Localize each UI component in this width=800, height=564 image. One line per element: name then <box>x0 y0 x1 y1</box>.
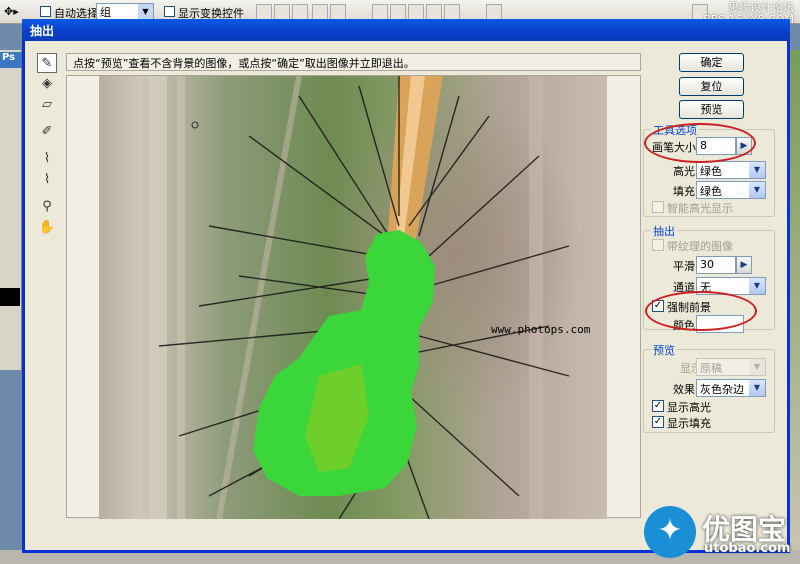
textured-image-label: 带纹理的图像 <box>667 240 733 253</box>
preview-image[interactable]: www.photops.com <box>99 76 607 519</box>
bird-logo-icon: ✦ <box>644 506 696 558</box>
distribute-left-icon[interactable] <box>426 4 442 20</box>
align-left-icon[interactable] <box>312 4 328 20</box>
effect-select[interactable]: 灰色杂边 ▼ <box>696 379 766 397</box>
align-bottom-icon[interactable] <box>292 4 308 20</box>
ok-button[interactable]: 确定 <box>679 53 744 72</box>
photoshop-toolbox <box>0 50 22 370</box>
smart-highlight-checkbox[interactable] <box>652 201 664 213</box>
eyedropper-tool-icon[interactable]: ✐ <box>37 122 57 142</box>
dialog-title: 抽出 <box>22 19 790 41</box>
smart-highlight-label: 智能高光显示 <box>667 202 733 215</box>
distribute-right-icon[interactable] <box>444 4 460 20</box>
preview-button[interactable]: 预览 <box>679 100 744 119</box>
fill-tool-icon[interactable]: ◈ <box>37 74 57 94</box>
instruction-text: 点按“预览”查看不含背景的图像，或点按“确定”取出图像并立即退出。 <box>66 53 641 71</box>
chevron-down-icon: ▼ <box>749 162 765 178</box>
extract-dialog: 抽出 ✎ ◈ ▱ ✐ ⌇ ⌇ ⚲ ✋ 点按“预览”查看不含背景的图像，或点按“确… <box>22 19 790 553</box>
show-highlight-checkbox[interactable]: ✓ <box>652 400 664 412</box>
distribute-bottom-icon[interactable] <box>408 4 424 20</box>
highlight-color-select[interactable]: 绿色 ▼ <box>696 161 766 179</box>
auto-select-checkbox[interactable] <box>40 6 51 17</box>
chevron-down-icon: ▼ <box>749 182 765 198</box>
photoshop-logo: Ps <box>0 52 22 68</box>
smooth-label: 平滑: <box>673 260 699 273</box>
show-transform-checkbox[interactable] <box>164 6 175 17</box>
distribute-top-icon[interactable] <box>372 4 388 20</box>
edge-touchup-tool-icon[interactable]: ⌇ <box>37 170 57 190</box>
align-top-icon[interactable] <box>256 4 272 20</box>
show-fill-checkbox[interactable]: ✓ <box>652 416 664 428</box>
extraction-title: 抽出 <box>651 223 677 239</box>
distribute-middle-icon[interactable] <box>390 4 406 20</box>
eraser-tool-icon[interactable]: ▱ <box>37 95 57 115</box>
chevron-down-icon: ▼ <box>749 380 765 396</box>
align-center-icon[interactable] <box>330 4 346 20</box>
annotation-ellipse <box>644 123 756 163</box>
extract-toolbar: ✎ ◈ ▱ ✐ ⌇ ⌇ ⚲ ✋ <box>37 53 61 239</box>
cleanup-tool-icon[interactable]: ⌇ <box>37 149 57 169</box>
smooth-input[interactable]: 30 <box>696 256 736 274</box>
annotation-ellipse <box>645 291 757 331</box>
show-highlight-label: 显示高光 <box>667 401 711 414</box>
effect-label: 效果: <box>673 383 699 396</box>
preview-options-title: 预览 <box>651 342 677 358</box>
align-middle-icon[interactable] <box>274 4 290 20</box>
auto-select-dropdown[interactable]: 组 ▼ <box>96 3 154 20</box>
zoom-tool-icon[interactable]: ⚲ <box>37 197 57 217</box>
move-tool-icon[interactable]: ✥▸ <box>4 5 19 18</box>
caterpillar-image <box>149 76 570 519</box>
textured-image-checkbox[interactable] <box>652 239 664 251</box>
show-view-select[interactable]: 原稿 ▼ <box>696 358 766 376</box>
chevron-down-icon: ▼ <box>138 4 153 19</box>
highlight-label: 高光: <box>673 165 699 178</box>
chevron-down-icon: ▼ <box>749 278 765 294</box>
edge-highlighter-tool-icon[interactable]: ✎ <box>37 53 57 73</box>
auto-align-icon[interactable] <box>486 4 502 20</box>
hand-tool-icon[interactable]: ✋ <box>37 218 57 238</box>
brand-logo-url: utobao.com <box>704 541 791 556</box>
photops-watermark: www.photops.com <box>491 323 591 336</box>
foreground-color-swatch[interactable] <box>0 288 20 306</box>
fill-label: 填充: <box>673 185 699 198</box>
reset-button[interactable]: 复位 <box>679 77 744 96</box>
fill-color-select[interactable]: 绿色 ▼ <box>696 181 766 199</box>
smooth-slider-icon[interactable]: ▶ <box>736 256 752 274</box>
show-fill-label: 显示填充 <box>667 417 711 430</box>
chevron-down-icon: ▼ <box>749 359 765 375</box>
